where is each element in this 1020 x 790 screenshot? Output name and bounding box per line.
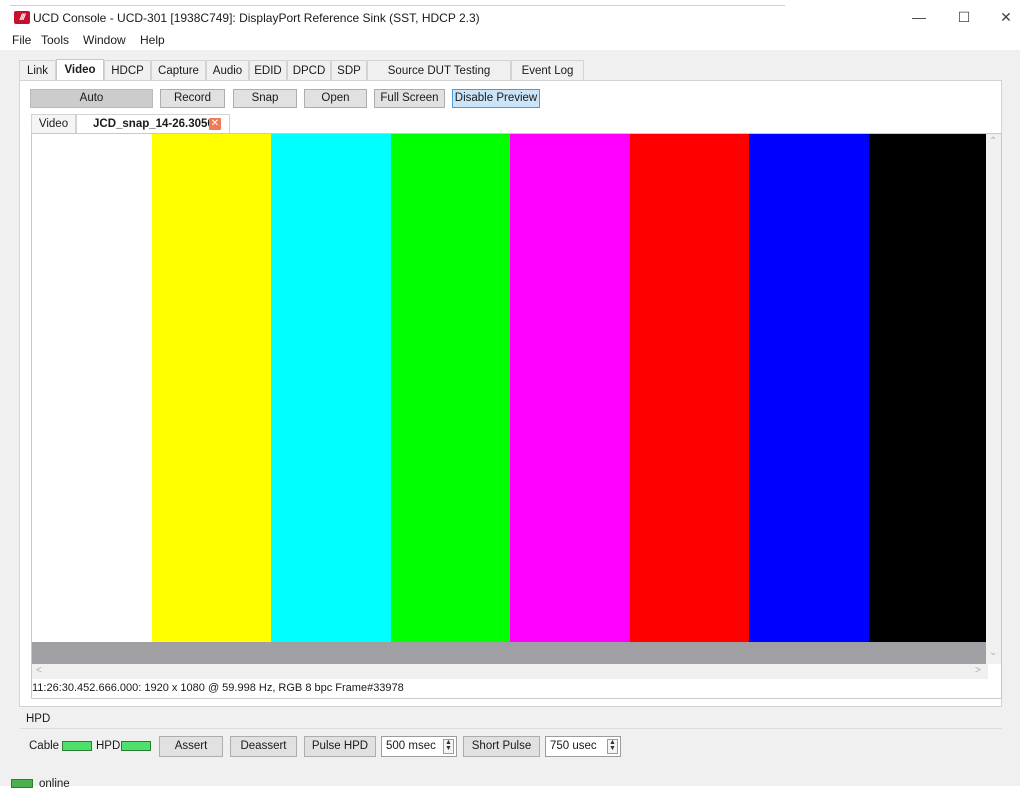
auto-button[interactable]: Auto xyxy=(30,89,153,108)
color-bar-6 xyxy=(749,134,869,642)
record-button[interactable]: Record xyxy=(160,89,225,108)
menu-help[interactable]: Help xyxy=(140,33,165,47)
spin-arrows-icon[interactable]: ▲ ▼ xyxy=(443,739,454,754)
pulse-duration-input[interactable]: 500 msec ▲ ▼ xyxy=(381,736,457,757)
video-preview: ⌃ ⌄ < > xyxy=(31,133,1002,699)
full-screen-button[interactable]: Full Screen xyxy=(374,89,445,108)
horizontal-scrollbar[interactable]: < > xyxy=(32,664,988,679)
close-window-button[interactable]: ✕ xyxy=(992,6,1020,28)
close-tab-icon[interactable]: ✕ xyxy=(209,118,221,130)
color-bar-7 xyxy=(868,134,988,642)
cable-label: Cable xyxy=(29,740,60,752)
subtab-video[interactable]: Video xyxy=(31,114,76,133)
title-bar: /// UCD Console - UCD-301 [1938C749]: Di… xyxy=(0,0,1020,32)
scroll-left-icon[interactable]: < xyxy=(36,665,42,676)
color-bar-2 xyxy=(271,134,391,642)
menu-file[interactable]: File xyxy=(12,33,31,47)
scroll-down-icon[interactable]: ⌄ xyxy=(989,647,997,658)
online-indicator xyxy=(11,779,33,788)
app-logo-icon: /// xyxy=(14,11,30,24)
tab-sdp[interactable]: SDP xyxy=(331,60,367,81)
color-bar-1 xyxy=(151,134,271,642)
tab-link[interactable]: Link xyxy=(19,60,56,81)
menu-tools[interactable]: Tools xyxy=(41,33,69,47)
short-pulse-duration-value: 750 usec xyxy=(550,740,597,752)
minimize-button[interactable]: — xyxy=(905,6,933,28)
assert-button[interactable]: Assert xyxy=(159,736,223,757)
short-pulse-duration-input[interactable]: 750 usec ▲ ▼ xyxy=(545,736,621,757)
subtab-snap[interactable]: JCD_snap_14-26.30504 ✕ xyxy=(76,114,230,133)
tab-event-log[interactable]: Event Log xyxy=(511,60,584,81)
cable-led xyxy=(62,741,92,751)
menu-bar: File Tools Window Help xyxy=(0,32,1020,50)
short-pulse-button[interactable]: Short Pulse xyxy=(463,736,540,757)
color-bar-4 xyxy=(510,134,630,642)
open-button[interactable]: Open xyxy=(304,89,367,108)
maximize-button[interactable]: ☐ xyxy=(950,6,978,28)
tab-video[interactable]: Video xyxy=(56,59,104,81)
color-bar-3 xyxy=(390,134,510,642)
disable-preview-button[interactable]: Disable Preview xyxy=(452,89,540,108)
spin-arrows-icon[interactable]: ▲ ▼ xyxy=(607,739,618,754)
color-bar-5 xyxy=(629,134,749,642)
subtab-snap-label: JCD_snap_14-26.30504 xyxy=(93,118,221,130)
tab-capture[interactable]: Capture xyxy=(151,60,206,81)
scroll-up-icon[interactable]: ⌃ xyxy=(989,136,997,147)
divider xyxy=(10,5,785,6)
deassert-button[interactable]: Deassert xyxy=(230,736,297,757)
tab-dpcd[interactable]: DPCD xyxy=(287,60,331,81)
tab-audio[interactable]: Audio xyxy=(206,60,249,81)
scroll-right-icon[interactable]: > xyxy=(975,665,981,676)
pulse-duration-value: 500 msec xyxy=(386,740,436,752)
grey-strip xyxy=(32,642,988,664)
color-bars xyxy=(32,134,988,642)
hpd-group-label: HPD xyxy=(26,713,51,725)
snap-button[interactable]: Snap xyxy=(233,89,297,108)
menu-window[interactable]: Window xyxy=(83,33,126,47)
hpd-led xyxy=(121,741,151,751)
hpd-status-label: HPD xyxy=(96,740,121,752)
vertical-scrollbar[interactable]: ⌃ ⌄ xyxy=(986,134,1001,664)
tab-edid[interactable]: EDID xyxy=(249,60,287,81)
online-label: online xyxy=(39,778,70,790)
tab-source-dut-testing[interactable]: Source DUT Testing xyxy=(367,60,511,81)
video-status: 11:26:30.452.666.000: 1920 x 1080 @ 59.9… xyxy=(32,682,404,694)
hpd-group-border xyxy=(20,728,1002,729)
pulse-hpd-button[interactable]: Pulse HPD xyxy=(304,736,376,757)
window-title: UCD Console - UCD-301 [1938C749]: Displa… xyxy=(33,11,480,25)
color-bar-0 xyxy=(32,134,152,642)
tab-hdcp[interactable]: HDCP xyxy=(104,60,151,81)
